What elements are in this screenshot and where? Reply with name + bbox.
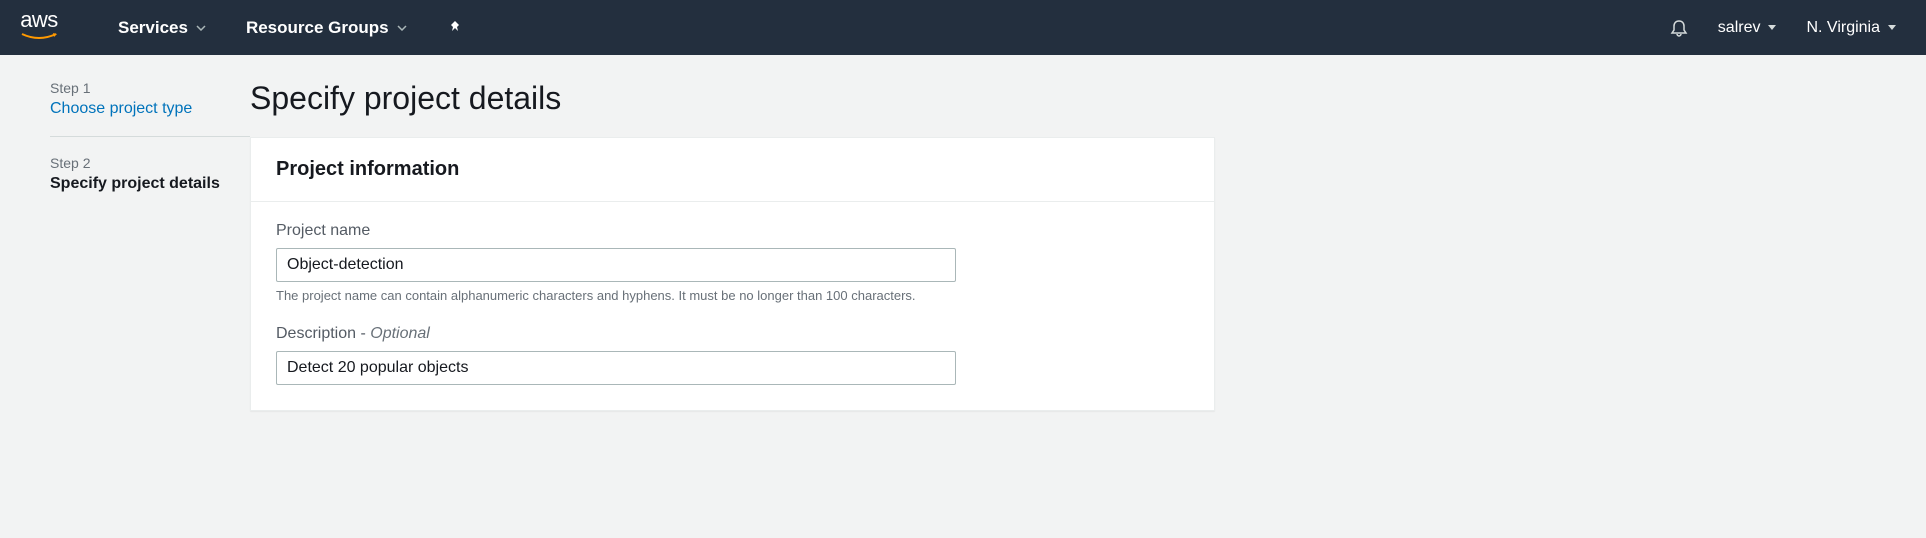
caret-down-icon: [1768, 25, 1776, 30]
user-label: salrev: [1718, 19, 1761, 37]
aws-logo[interactable]: aws: [20, 9, 58, 47]
project-name-hint: The project name can contain alphanumeri…: [276, 288, 1189, 303]
region-label: N. Virginia: [1806, 19, 1880, 37]
description-input[interactable]: [276, 351, 956, 385]
project-name-label: Project name: [276, 222, 1189, 240]
description-label-text: Description -: [276, 325, 370, 342]
user-menu[interactable]: salrev: [1718, 19, 1777, 37]
wizard-sidebar: Step 1 Choose project type Step 2 Specif…: [50, 80, 250, 411]
step-label: Step 2: [50, 155, 250, 171]
aws-swoosh-icon: [20, 29, 58, 47]
description-group: Description - Optional: [276, 325, 1189, 385]
top-navigation: aws Services Resource Groups salrev N. V…: [0, 0, 1926, 55]
wizard-step-2: Step 2 Specify project details: [50, 155, 250, 211]
main-content: Specify project details Project informat…: [250, 80, 1215, 411]
panel-title: Project information: [276, 158, 1189, 181]
panel-header: Project information: [251, 138, 1214, 202]
description-label: Description - Optional: [276, 325, 1189, 343]
optional-text: Optional: [370, 325, 430, 342]
chevron-down-icon: [397, 25, 407, 31]
project-name-group: Project name The project name can contai…: [276, 222, 1189, 303]
project-information-panel: Project information Project name The pro…: [250, 137, 1215, 411]
panel-body: Project name The project name can contai…: [251, 202, 1214, 410]
services-label: Services: [118, 18, 188, 38]
step-title-current: Specify project details: [50, 175, 250, 193]
wizard-step-1[interactable]: Step 1 Choose project type: [50, 80, 250, 137]
page-title: Specify project details: [250, 80, 1215, 117]
project-name-input[interactable]: [276, 248, 956, 282]
resource-groups-label: Resource Groups: [246, 18, 389, 38]
notifications-icon[interactable]: [1670, 19, 1688, 37]
pin-icon[interactable]: [447, 20, 463, 36]
caret-down-icon: [1888, 25, 1896, 30]
aws-logo-text: aws: [20, 9, 58, 31]
region-menu[interactable]: N. Virginia: [1806, 19, 1896, 37]
chevron-down-icon: [196, 25, 206, 31]
step-title-link[interactable]: Choose project type: [50, 100, 250, 118]
resource-groups-menu[interactable]: Resource Groups: [246, 18, 407, 38]
page-body: Step 1 Choose project type Step 2 Specif…: [0, 55, 1926, 436]
step-label: Step 1: [50, 80, 250, 96]
services-menu[interactable]: Services: [118, 18, 206, 38]
